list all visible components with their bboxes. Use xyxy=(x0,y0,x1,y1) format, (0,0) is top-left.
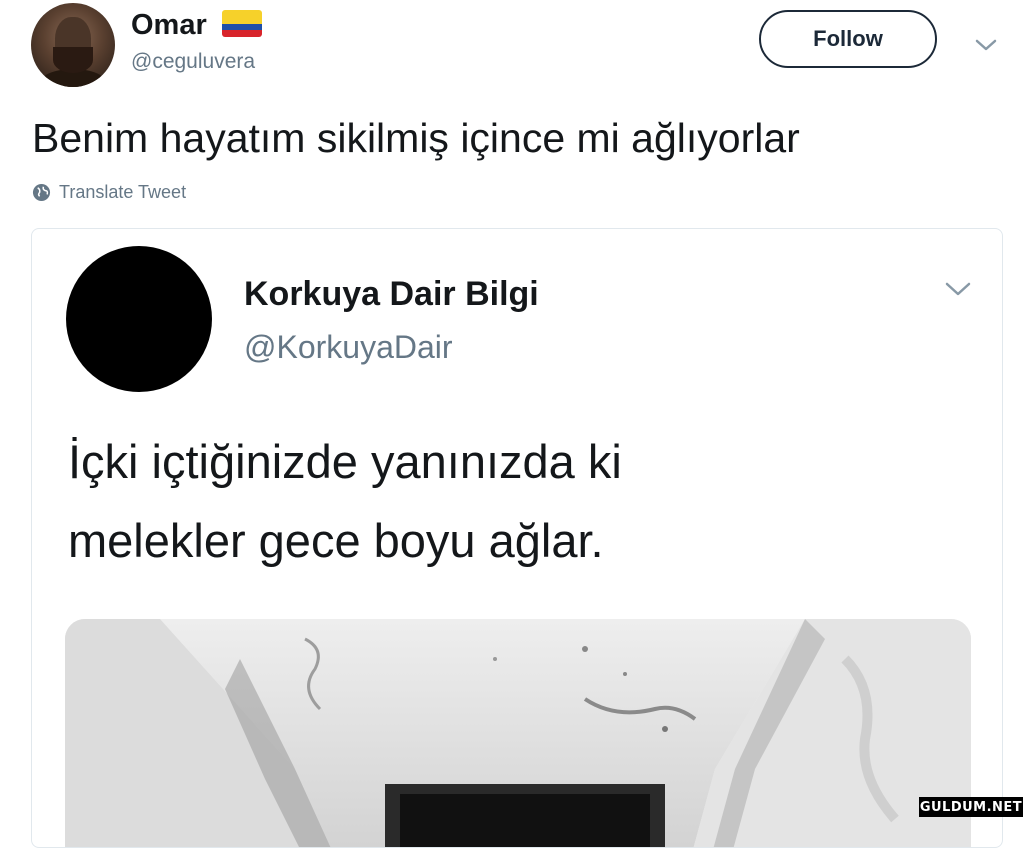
quoted-text-line-1: İçki içtiğinizde yanınızda ki xyxy=(68,435,622,488)
author-handle[interactable]: @ceguluvera xyxy=(131,49,255,75)
tweet-menu-chevron-down-icon[interactable] xyxy=(975,38,997,52)
translate-tweet-link[interactable]: Translate Tweet xyxy=(32,182,186,203)
avatar-beard xyxy=(53,47,93,73)
quoted-tweet-card[interactable]: Korkuya Dair Bilgi @KorkuyaDair İçki içt… xyxy=(31,228,1003,848)
quoted-tweet-photo[interactable] xyxy=(65,619,971,847)
author-name[interactable]: Omar xyxy=(131,8,207,42)
quoted-author-name[interactable]: Korkuya Dair Bilgi xyxy=(244,273,539,315)
tweet-text: Benim hayatım sikilmiş içince mi ağlıyor… xyxy=(32,115,800,161)
translate-tweet-label[interactable]: Translate Tweet xyxy=(59,182,186,203)
author-avatar[interactable] xyxy=(31,3,115,87)
globe-icon xyxy=(32,183,51,202)
photo-scene xyxy=(65,619,971,847)
quoted-author-handle[interactable]: @KorkuyaDair xyxy=(244,327,453,367)
quoted-text-line-2: melekler gece boyu ağlar. xyxy=(68,514,604,567)
quoted-tweet-text: İçki içtiğinizde yanınızda ki melekler g… xyxy=(68,422,928,580)
follow-button[interactable]: Follow xyxy=(759,10,937,68)
quoted-menu-chevron-down-icon[interactable] xyxy=(945,281,971,297)
colombia-flag-icon xyxy=(222,10,262,37)
guldum-watermark: GULDUM.NET xyxy=(919,797,1023,817)
quoted-avatar[interactable] xyxy=(66,246,212,392)
